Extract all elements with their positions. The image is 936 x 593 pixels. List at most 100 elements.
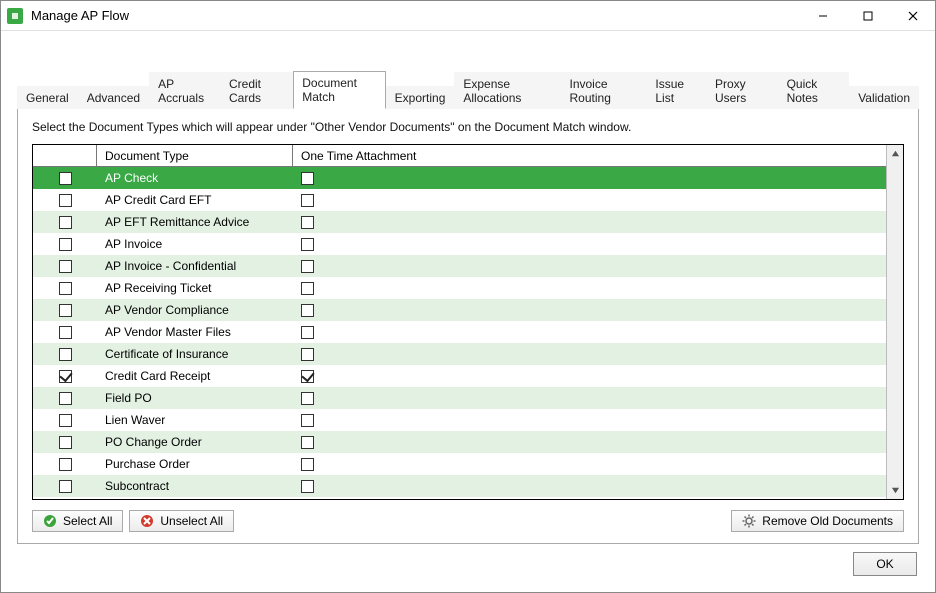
- row-select-checkbox[interactable]: [59, 370, 72, 383]
- document-type-cell: Purchase Order: [97, 457, 293, 471]
- one-time-attachment-checkbox[interactable]: [301, 458, 314, 471]
- one-time-attachment-checkbox[interactable]: [301, 348, 314, 361]
- tab-proxy-users[interactable]: Proxy Users: [706, 72, 778, 109]
- row-select-checkbox[interactable]: [59, 480, 72, 493]
- row-select-checkbox[interactable]: [59, 238, 72, 251]
- table-row[interactable]: AP Credit Card EFT: [33, 189, 886, 211]
- one-time-attachment-cell: [293, 238, 886, 251]
- table-row[interactable]: AP Check: [33, 167, 886, 189]
- one-time-attachment-checkbox[interactable]: [301, 216, 314, 229]
- one-time-attachment-cell: [293, 436, 886, 449]
- one-time-attachment-checkbox[interactable]: [301, 282, 314, 295]
- table-row[interactable]: Lien Waver: [33, 409, 886, 431]
- document-type-cell: Certificate of Insurance: [97, 347, 293, 361]
- cancel-icon: [140, 514, 154, 528]
- col-header-one-time-attachment[interactable]: One Time Attachment: [293, 145, 886, 166]
- row-select-checkbox[interactable]: [59, 260, 72, 273]
- table-row[interactable]: Purchase Order: [33, 453, 886, 475]
- one-time-attachment-cell: [293, 348, 886, 361]
- row-select-checkbox[interactable]: [59, 304, 72, 317]
- table-row[interactable]: PO Change Order: [33, 431, 886, 453]
- window-controls: [800, 1, 935, 31]
- row-select-cell: [33, 414, 97, 427]
- row-select-checkbox[interactable]: [59, 392, 72, 405]
- row-select-cell: [33, 370, 97, 383]
- remove-old-documents-button[interactable]: Remove Old Documents: [731, 510, 904, 532]
- table-row[interactable]: Subcontract: [33, 475, 886, 497]
- table-row[interactable]: Certificate of Insurance: [33, 343, 886, 365]
- row-select-checkbox[interactable]: [59, 414, 72, 427]
- tab-strip: GeneralAdvancedAP AccrualsCredit CardsDo…: [17, 83, 919, 109]
- tab-issue-list[interactable]: Issue List: [646, 72, 706, 109]
- one-time-attachment-cell: [293, 458, 886, 471]
- tab-document-match[interactable]: Document Match: [293, 71, 385, 109]
- gear-icon: [742, 514, 756, 528]
- tab-advanced[interactable]: Advanced: [78, 86, 149, 109]
- one-time-attachment-cell: [293, 194, 886, 207]
- tab-exporting[interactable]: Exporting: [386, 86, 455, 109]
- one-time-attachment-checkbox[interactable]: [301, 194, 314, 207]
- row-select-checkbox[interactable]: [59, 436, 72, 449]
- one-time-attachment-checkbox[interactable]: [301, 260, 314, 273]
- minimize-button[interactable]: [800, 1, 845, 31]
- scroll-track[interactable]: [887, 162, 903, 482]
- row-select-checkbox[interactable]: [59, 172, 72, 185]
- one-time-attachment-checkbox[interactable]: [301, 480, 314, 493]
- maximize-button[interactable]: [845, 1, 890, 31]
- tab-expense-allocations[interactable]: Expense Allocations: [454, 72, 560, 109]
- select-all-button[interactable]: Select All: [32, 510, 123, 532]
- row-select-cell: [33, 172, 97, 185]
- one-time-attachment-checkbox[interactable]: [301, 436, 314, 449]
- row-select-checkbox[interactable]: [59, 326, 72, 339]
- one-time-attachment-checkbox[interactable]: [301, 304, 314, 317]
- row-select-checkbox[interactable]: [59, 348, 72, 361]
- vertical-scrollbar[interactable]: [886, 145, 903, 499]
- one-time-attachment-checkbox[interactable]: [301, 172, 314, 185]
- titlebar: Manage AP Flow: [1, 1, 935, 31]
- document-type-cell: Field PO: [97, 391, 293, 405]
- document-type-cell: AP Check: [97, 171, 293, 185]
- table-row[interactable]: AP EFT Remittance Advice: [33, 211, 886, 233]
- document-type-cell: AP Vendor Compliance: [97, 303, 293, 317]
- scroll-down-button[interactable]: [887, 482, 903, 499]
- one-time-attachment-cell: [293, 326, 886, 339]
- row-select-checkbox[interactable]: [59, 458, 72, 471]
- tab-validation[interactable]: Validation: [849, 86, 919, 109]
- row-select-checkbox[interactable]: [59, 194, 72, 207]
- row-select-cell: [33, 194, 97, 207]
- tab-general[interactable]: General: [17, 86, 78, 109]
- unselect-all-button[interactable]: Unselect All: [129, 510, 234, 532]
- tab-quick-notes[interactable]: Quick Notes: [778, 72, 850, 109]
- col-header-select[interactable]: [33, 145, 97, 166]
- document-type-cell: Credit Card Receipt: [97, 369, 293, 383]
- row-select-cell: [33, 348, 97, 361]
- document-type-cell: AP Invoice - Confidential: [97, 259, 293, 273]
- tab-invoice-routing[interactable]: Invoice Routing: [561, 72, 647, 109]
- table-row[interactable]: AP Vendor Compliance: [33, 299, 886, 321]
- ok-button[interactable]: OK: [853, 552, 917, 576]
- table-row[interactable]: AP Receiving Ticket: [33, 277, 886, 299]
- table-row[interactable]: Credit Card Receipt: [33, 365, 886, 387]
- one-time-attachment-checkbox[interactable]: [301, 326, 314, 339]
- tab-ap-accruals[interactable]: AP Accruals: [149, 72, 220, 109]
- tab-panel: Select the Document Types which will app…: [17, 108, 919, 544]
- table-row[interactable]: AP Vendor Master Files: [33, 321, 886, 343]
- instruction-text: Select the Document Types which will app…: [32, 120, 904, 134]
- document-type-cell: Subcontract: [97, 479, 293, 493]
- one-time-attachment-checkbox[interactable]: [301, 414, 314, 427]
- row-select-checkbox[interactable]: [59, 216, 72, 229]
- content-shell: GeneralAdvancedAP AccrualsCredit CardsDo…: [1, 31, 935, 592]
- row-select-cell: [33, 238, 97, 251]
- table-row[interactable]: AP Invoice: [33, 233, 886, 255]
- row-select-cell: [33, 436, 97, 449]
- one-time-attachment-checkbox[interactable]: [301, 392, 314, 405]
- col-header-document-type[interactable]: Document Type: [97, 145, 293, 166]
- row-select-checkbox[interactable]: [59, 282, 72, 295]
- tab-credit-cards[interactable]: Credit Cards: [220, 72, 293, 109]
- scroll-up-button[interactable]: [887, 145, 903, 162]
- one-time-attachment-checkbox[interactable]: [301, 370, 314, 383]
- table-row[interactable]: AP Invoice - Confidential: [33, 255, 886, 277]
- one-time-attachment-checkbox[interactable]: [301, 238, 314, 251]
- table-row[interactable]: Field PO: [33, 387, 886, 409]
- close-button[interactable]: [890, 1, 935, 31]
